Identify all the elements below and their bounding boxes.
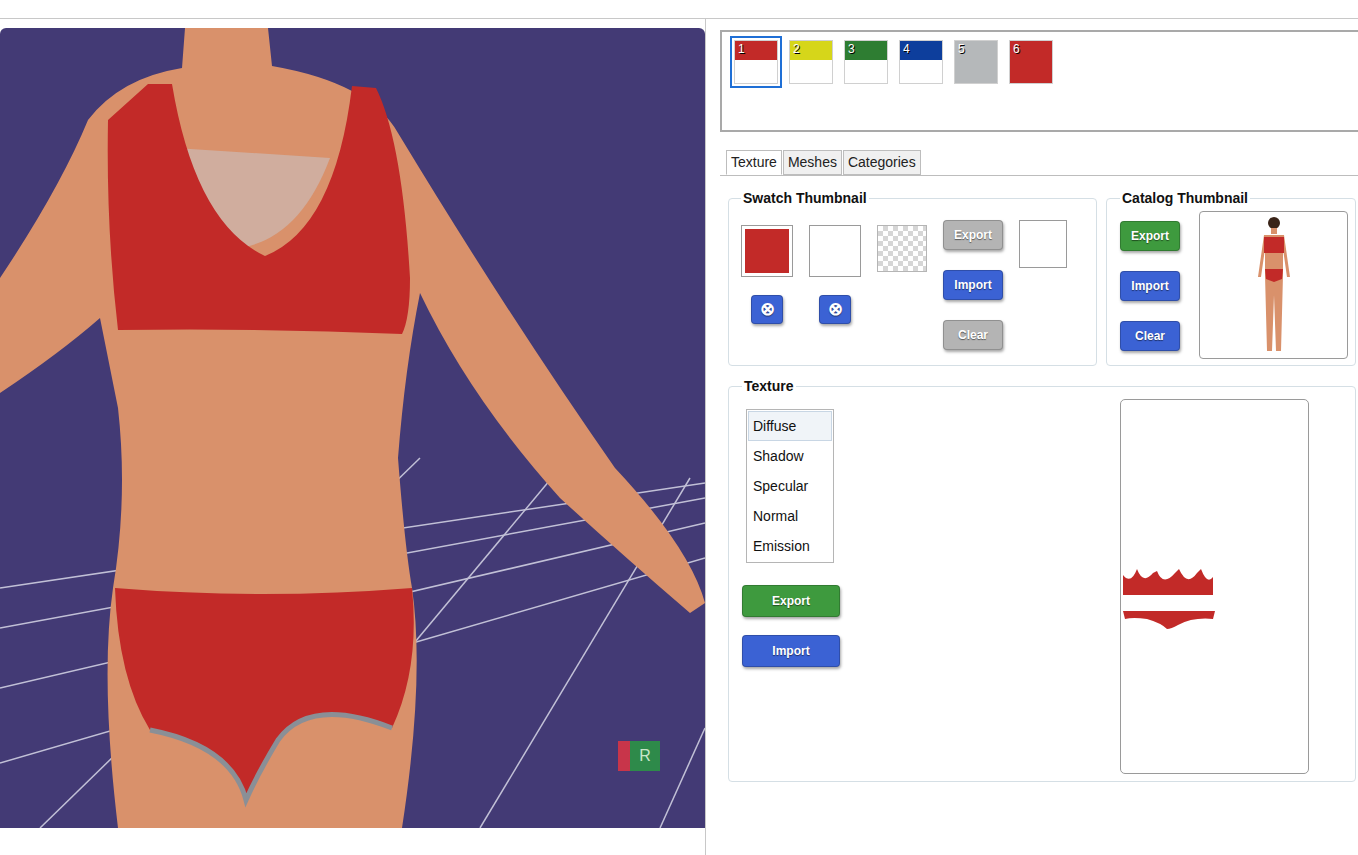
texture-channel-list[interactable]: DiffuseShadowSpecularNormalEmission — [746, 409, 834, 563]
swatch-color: 1 — [735, 41, 777, 60]
swatch-colors: 6 — [1009, 40, 1053, 84]
swatch-color-preview[interactable] — [741, 225, 793, 277]
swatch-colors: 3 — [844, 40, 888, 84]
texture-preview[interactable] — [1120, 399, 1309, 774]
top-strip — [0, 0, 1358, 19]
texture-channel[interactable]: Normal — [748, 501, 832, 531]
export-button[interactable]: Export — [943, 220, 1003, 250]
texture-channel[interactable]: Diffuse — [748, 411, 832, 441]
texture-import-button[interactable]: Import — [742, 635, 840, 667]
swatch[interactable]: 6 — [1005, 36, 1057, 88]
swatch-colors: 2 — [789, 40, 833, 84]
swatch[interactable]: 1 — [730, 36, 782, 88]
swatch[interactable]: 5 — [950, 36, 1002, 88]
viewport[interactable]: R — [0, 28, 705, 828]
export-button[interactable]: Export — [1120, 221, 1180, 251]
tab[interactable]: Categories — [843, 150, 921, 175]
tab[interactable]: Meshes — [783, 150, 842, 175]
swatch[interactable]: 4 — [895, 36, 947, 88]
catalog-thumbnail-image[interactable] — [1199, 211, 1348, 359]
swatch[interactable]: 2 — [785, 36, 837, 88]
swatch-color: 4 — [900, 41, 942, 60]
swatch-colors: 4 — [899, 40, 943, 84]
model-preview[interactable] — [0, 28, 705, 828]
tab[interactable]: Texture — [726, 150, 782, 175]
clear-button[interactable]: Clear — [1120, 321, 1180, 351]
swatch-thumbnail-group: Swatch Thumbnail⊗⊗ExportImportClear — [728, 188, 1097, 366]
swatch-icon-preview[interactable] — [1019, 220, 1067, 268]
remove-button[interactable]: ⊗ — [819, 295, 851, 324]
swatch-colors: 1 — [734, 40, 778, 84]
swatch[interactable]: 3 — [840, 36, 892, 88]
tab-bar: TextureMeshesCategories — [726, 150, 1358, 175]
import-button[interactable]: Import — [1120, 271, 1180, 301]
swatch-secondary-preview[interactable] — [809, 225, 861, 277]
catalog-thumbnail-group: Catalog ThumbnailExportImportClear — [1106, 188, 1356, 366]
editor-panel: 123456TextureMeshesCategoriesSwatch Thum… — [706, 19, 1358, 855]
texture-export-button[interactable]: Export — [742, 585, 840, 617]
tab-content: Swatch Thumbnail⊗⊗ExportImportClearCatal… — [720, 175, 1358, 782]
swatch-colors: 5 — [954, 40, 998, 84]
import-button[interactable]: Import — [943, 270, 1003, 300]
viewport-column: R — [0, 19, 706, 855]
texture-channel[interactable]: Shadow — [748, 441, 832, 471]
texture-channel[interactable]: Specular — [748, 471, 832, 501]
swatch-color: 5 — [955, 41, 997, 60]
swatch-strip[interactable]: 123456 — [720, 30, 1358, 132]
swatch-alpha-preview[interactable] — [877, 225, 927, 272]
texture-channel[interactable]: Emission — [748, 531, 832, 561]
swatch-color: 3 — [845, 41, 887, 60]
texture-group: TextureDiffuseShadowSpecularNormalEmissi… — [728, 376, 1356, 782]
gizmo-green-face: R — [630, 741, 660, 771]
axis-gizmo[interactable]: R — [618, 741, 660, 771]
clear-button[interactable]: Clear — [943, 320, 1003, 350]
gizmo-red-face — [618, 741, 630, 771]
remove-button[interactable]: ⊗ — [751, 295, 783, 324]
swatch-color: 6 — [1010, 41, 1052, 60]
swatch-color: 2 — [790, 41, 832, 60]
